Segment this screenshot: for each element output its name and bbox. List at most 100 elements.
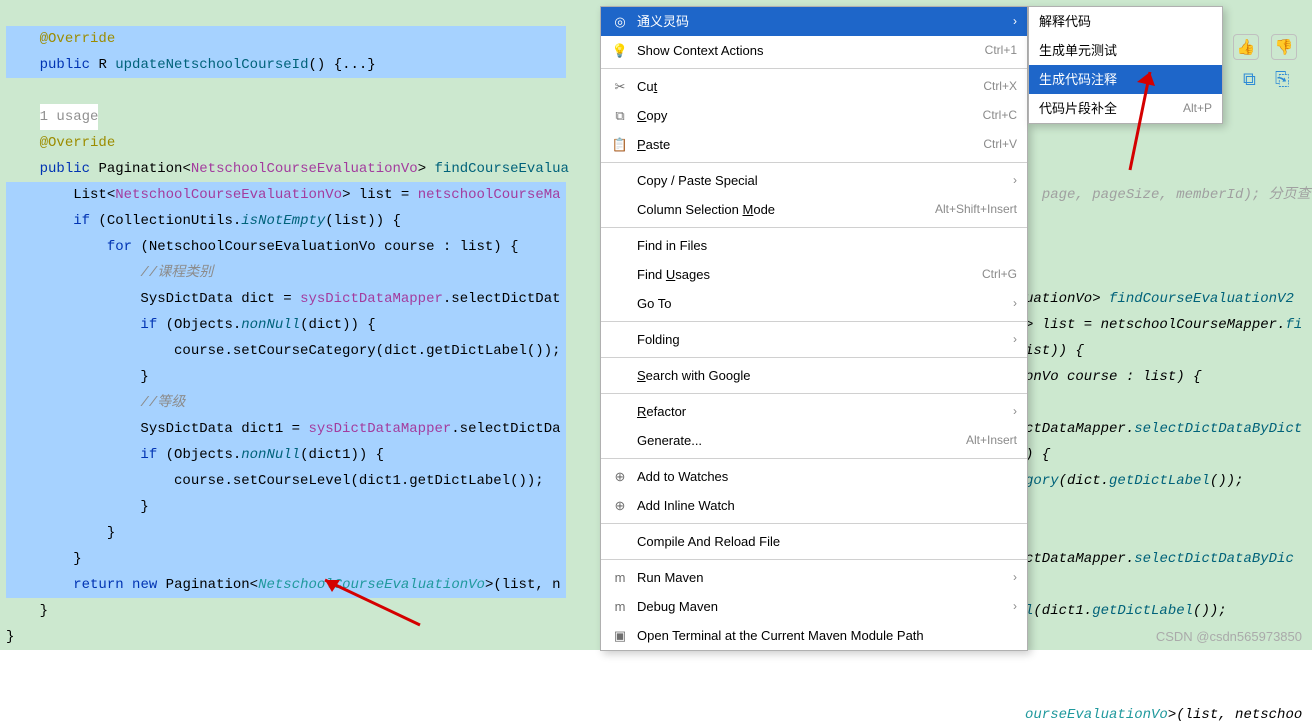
r8c: selectDictDataByDic: [1134, 551, 1294, 567]
menu-item-2[interactable]: ⧉CopyCtrl+C: [601, 101, 1027, 130]
menu-item-10[interactable]: Search with Google: [601, 361, 1027, 390]
menu-label: Column Selection Mode: [637, 196, 935, 223]
menu-label: Cut: [637, 73, 983, 100]
mapper1: netschoolCourseMa: [418, 187, 561, 203]
comment1: //课程类别: [140, 265, 213, 281]
submenu[interactable]: 解释代码生成单元测试生成代码注释代码片段补全Alt+P: [1028, 6, 1223, 124]
menu-item-13[interactable]: ⊕Add to Watches: [601, 462, 1027, 491]
pag-new: Pagination<: [157, 577, 258, 593]
obj: (Objects.: [157, 317, 241, 333]
r8a: ctDataMapper: [1025, 551, 1126, 567]
menu-item-4[interactable]: Copy / Paste Special›: [601, 166, 1027, 195]
menu-label: Search with Google: [637, 362, 1017, 389]
kw-public: public: [40, 57, 90, 73]
r8b: .: [1126, 551, 1134, 567]
menu-label: Refactor: [637, 398, 1013, 425]
insert-code-icon[interactable]: ⎘: [1275, 70, 1297, 92]
kw-for: for: [107, 239, 132, 255]
menu-shortcut: ›: [1013, 290, 1017, 317]
menu-icon: ✂: [611, 73, 629, 100]
menu-tongyi-label: 通义灵码: [637, 8, 1013, 35]
copy-code-icon[interactable]: ⧉: [1243, 70, 1265, 92]
menu-label: Debug Maven: [637, 593, 1013, 620]
r7d: ());: [1210, 473, 1244, 489]
r10d: ());: [1193, 603, 1227, 619]
submenu-item-3[interactable]: 代码片段补全Alt+P: [1029, 94, 1222, 123]
r7a: gory: [1025, 473, 1059, 489]
pag-args: >(list, n: [485, 577, 561, 593]
submenu-item-2[interactable]: 生成代码注释: [1029, 65, 1222, 94]
isNotEmpty: isNotEmpty: [241, 213, 325, 229]
menu-label: Copy: [637, 102, 983, 129]
close-gt: >: [418, 161, 426, 177]
menu-item-16[interactable]: mRun Maven›: [601, 563, 1027, 592]
submenu-label: 生成单元测试: [1039, 36, 1212, 65]
r10b: (dict1.: [1033, 603, 1092, 619]
menu-shortcut: Ctrl+1: [985, 37, 1017, 64]
menu-label: Paste: [637, 131, 983, 158]
context-menu[interactable]: ◎ 通义灵码 › 💡Show Context ActionsCtrl+1 ✂ Cut…: [600, 6, 1028, 651]
menu-icon: ⊕: [611, 463, 629, 490]
r1b: >: [1092, 291, 1109, 307]
tongyi-icon: ◎: [611, 8, 629, 35]
menu-tongyi[interactable]: ◎ 通义灵码 ›: [601, 7, 1027, 36]
submenu-item-1[interactable]: 生成单元测试: [1029, 36, 1222, 65]
menu-item-0[interactable]: 💡Show Context ActionsCtrl+1: [601, 36, 1027, 65]
thumbs-up-button[interactable]: 👍: [1233, 34, 1259, 60]
usage-hint[interactable]: 1 usage: [40, 104, 99, 130]
r7c: getDictLabel: [1109, 473, 1210, 489]
menu-item-17[interactable]: mDebug Maven›: [601, 592, 1027, 621]
kw-if: if: [73, 213, 90, 229]
menu-item-9[interactable]: Folding›: [601, 325, 1027, 354]
menu-shortcut: Ctrl+C: [983, 102, 1017, 129]
menu-item-6[interactable]: Find in Files: [601, 231, 1027, 260]
r7b: (dict.: [1059, 473, 1109, 489]
menu-item-14[interactable]: ⊕Add Inline Watch: [601, 491, 1027, 520]
coll: (CollectionUtils.: [90, 213, 241, 229]
menu-item-1[interactable]: ✂CutCtrl+X: [601, 72, 1027, 101]
r6: ) {: [1025, 447, 1050, 463]
menu-item-12[interactable]: Generate...Alt+Insert: [601, 426, 1027, 455]
sel-dict1: .selectDictDa: [451, 421, 560, 437]
find-method: findCourseEvalua: [435, 161, 569, 177]
kw-new: new: [132, 577, 157, 593]
submenu-label: 解释代码: [1039, 7, 1212, 36]
r1c: findCourseEvaluationV2: [1109, 291, 1294, 307]
brace6: }: [6, 629, 14, 645]
menu-item-15[interactable]: Compile And Reload File: [601, 527, 1027, 556]
thumbs-down-button[interactable]: 👎: [1271, 34, 1297, 60]
menu-item-5[interactable]: Column Selection ModeAlt+Shift+Insert: [601, 195, 1027, 224]
dict-mapper2: sysDictDataMapper: [308, 421, 451, 437]
hint-desc: 分页查询条件: [1260, 187, 1312, 203]
menu-item-18[interactable]: ▣Open Terminal at the Current Maven Modu…: [601, 621, 1027, 650]
r5a: ctDataMapper: [1025, 421, 1126, 437]
menu-item-7[interactable]: Find UsagesCtrl+G: [601, 260, 1027, 289]
set-cat: course.setCourseCategory(dict.getDictLab…: [174, 343, 560, 359]
submenu-arrow-icon: ›: [1013, 8, 1017, 35]
menu-item-3[interactable]: 📋PasteCtrl+V: [601, 130, 1027, 159]
annotation2: @Override: [40, 135, 116, 151]
nonNull: nonNull: [241, 317, 300, 333]
menu-label: Generate...: [637, 427, 966, 454]
menu-item-11[interactable]: Refactor›: [601, 397, 1027, 426]
brace4: }: [73, 551, 81, 567]
folded-body[interactable]: {...}: [325, 57, 375, 73]
menu-icon: 📋: [611, 131, 629, 158]
hint-params: page, pageSize, memberId);: [1042, 187, 1260, 203]
kw-if2: if: [140, 317, 157, 333]
r2a: > list = netschoolCourseMapper.: [1025, 317, 1285, 333]
menu-icon: 💡: [611, 37, 629, 64]
r11a: ourseEvaluationVo: [1025, 707, 1168, 723]
gen-type: NetschoolCourseEvaluationVo: [191, 161, 418, 177]
menu-item-8[interactable]: Go To›: [601, 289, 1027, 318]
dict1-arg: (dict1)) {: [300, 447, 384, 463]
menu-label: Open Terminal at the Current Maven Modul…: [637, 622, 1017, 649]
menu-shortcut: ›: [1013, 326, 1017, 353]
method-update: updateNetschoolCourseId: [115, 57, 308, 73]
submenu-item-0[interactable]: 解释代码: [1029, 7, 1222, 36]
brace5: }: [40, 603, 48, 619]
list-arg: (list)) {: [325, 213, 401, 229]
menu-shortcut: ›: [1013, 593, 1017, 620]
r2b: fi: [1285, 317, 1302, 333]
submenu-shortcut: Alt+P: [1183, 94, 1212, 123]
